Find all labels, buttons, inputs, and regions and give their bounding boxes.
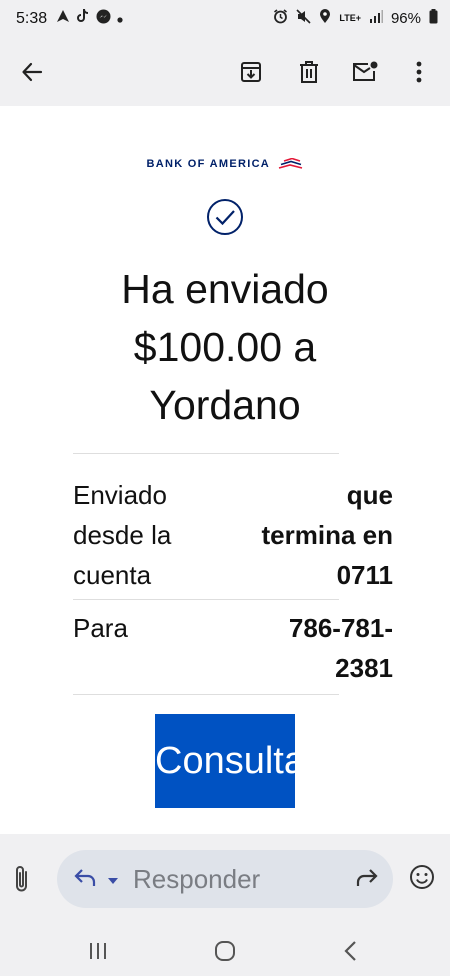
reply-input[interactable]: Responder [57,850,393,908]
paperclip-icon [16,866,27,892]
reply-bar: Responder [0,834,450,926]
reply-options-chevron-icon[interactable] [107,872,119,890]
attach-button[interactable] [12,864,32,899]
brand-name: BANK OF AMERICA [146,157,271,170]
email-card: BANK OF AMERICA Ha enviado $100.00 a Yor… [19,142,431,834]
back-arrow-icon [21,61,43,88]
trash-icon [298,60,320,89]
notification-dot-icon [117,10,123,26]
email-toolbar [0,42,450,106]
mark-unread-button[interactable] [345,54,385,94]
from-account-row: Enviado desde la cuenta que termina en 0… [73,475,393,597]
back-button[interactable] [12,54,52,94]
consult-button-label: Consulta [155,740,295,782]
from-value: que termina en 0711 [261,480,394,590]
signal-icon [369,10,383,26]
archive-button[interactable] [231,54,271,94]
divider [73,453,339,454]
battery-icon [429,9,438,27]
reply-placeholder: Responder [133,864,261,894]
more-options-button[interactable] [399,54,439,94]
recents-icon [90,943,106,959]
mail-unread-icon [352,61,378,88]
lte-label: LTE+ [339,12,361,23]
mute-icon [296,9,311,27]
emoji-button[interactable] [409,864,435,895]
forward-icon[interactable] [355,867,379,894]
divider [73,694,339,695]
status-time: 5:38 [16,10,48,27]
system-nav-bar [0,926,450,976]
emoji-icon [410,865,434,889]
consult-button[interactable]: Consulta [155,714,295,808]
location-icon [319,9,331,27]
success-check-icon [206,198,244,241]
status-bar: 5:38 LTE+ 96% [0,0,450,42]
messenger-icon [96,9,111,27]
recent-apps-button[interactable] [78,936,118,966]
system-back-button[interactable] [330,936,370,966]
navigation-icon [56,9,70,26]
divider [73,599,339,600]
to-label: Para [73,613,128,643]
recipient-row: Para 786-781- 2381 [73,608,393,690]
tiktok-icon [76,8,90,27]
home-icon [215,941,235,961]
home-button[interactable] [205,936,245,966]
chevron-left-icon [344,941,356,961]
bank-logo: BANK OF AMERICA [19,155,431,173]
reply-icon[interactable] [73,867,97,894]
confirmation-headline: Ha enviado $100.00 a Yordano [121,266,329,428]
alarm-icon [273,9,288,27]
flag-logo-icon [278,157,302,169]
battery-percent: 96% [390,9,421,27]
delete-button[interactable] [289,54,329,94]
email-body: BANK OF AMERICA Ha enviado $100.00 a Yor… [0,106,450,834]
more-vert-icon [416,61,422,88]
archive-icon [239,60,263,89]
from-label: Enviado desde la cuenta [73,480,172,590]
to-value: 786-781- 2381 [288,613,393,683]
